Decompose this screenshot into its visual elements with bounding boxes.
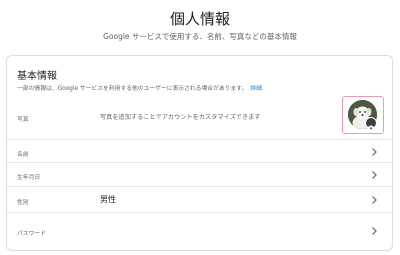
birthday-label: 生年月日 [17,175,41,181]
birthday-row[interactable]: 生年月日 [7,163,392,187]
camera-icon[interactable] [365,117,377,131]
gender-row[interactable]: 性別 男性 [7,187,392,213]
photo-hint: 写真を追加することでアカウントをカスタマイズできます [100,114,261,121]
chevron-right-icon [372,227,377,235]
avatar-highlight [342,96,384,134]
password-row[interactable]: パスワード [7,213,392,250]
basic-info-card: 基本情報 一部の情報は、Google サービスを利用する他のユーザーに表示される… [6,55,393,251]
page-title: 個人情報 [169,10,230,28]
photo-label: 写真 [17,117,29,123]
card-description: 一部の情報は、Google サービスを利用する他のユーザーに表示される場合があり… [17,83,262,92]
learn-more-link[interactable]: 詳細 [250,86,262,92]
gender-label: 性別 [17,200,29,206]
card-title: 基本情報 [17,71,57,82]
page-subtitle: Google サービスで使用する、名前、写真などの基本情報 [103,32,297,41]
photo-row[interactable]: 写真 写真を追加することでアカウントをカスタマイズできます [7,96,392,139]
chevron-right-icon [372,171,377,179]
gender-value: 男性 [100,195,116,204]
chevron-right-icon [372,196,377,204]
card-description-text: 一部の情報は、Google サービスを利用する他のユーザーに表示される場合があり… [17,86,248,92]
password-label: パスワード [17,231,46,237]
chevron-right-icon [372,148,377,156]
name-label: 名前 [17,152,29,158]
name-row[interactable]: 名前 [7,139,392,163]
